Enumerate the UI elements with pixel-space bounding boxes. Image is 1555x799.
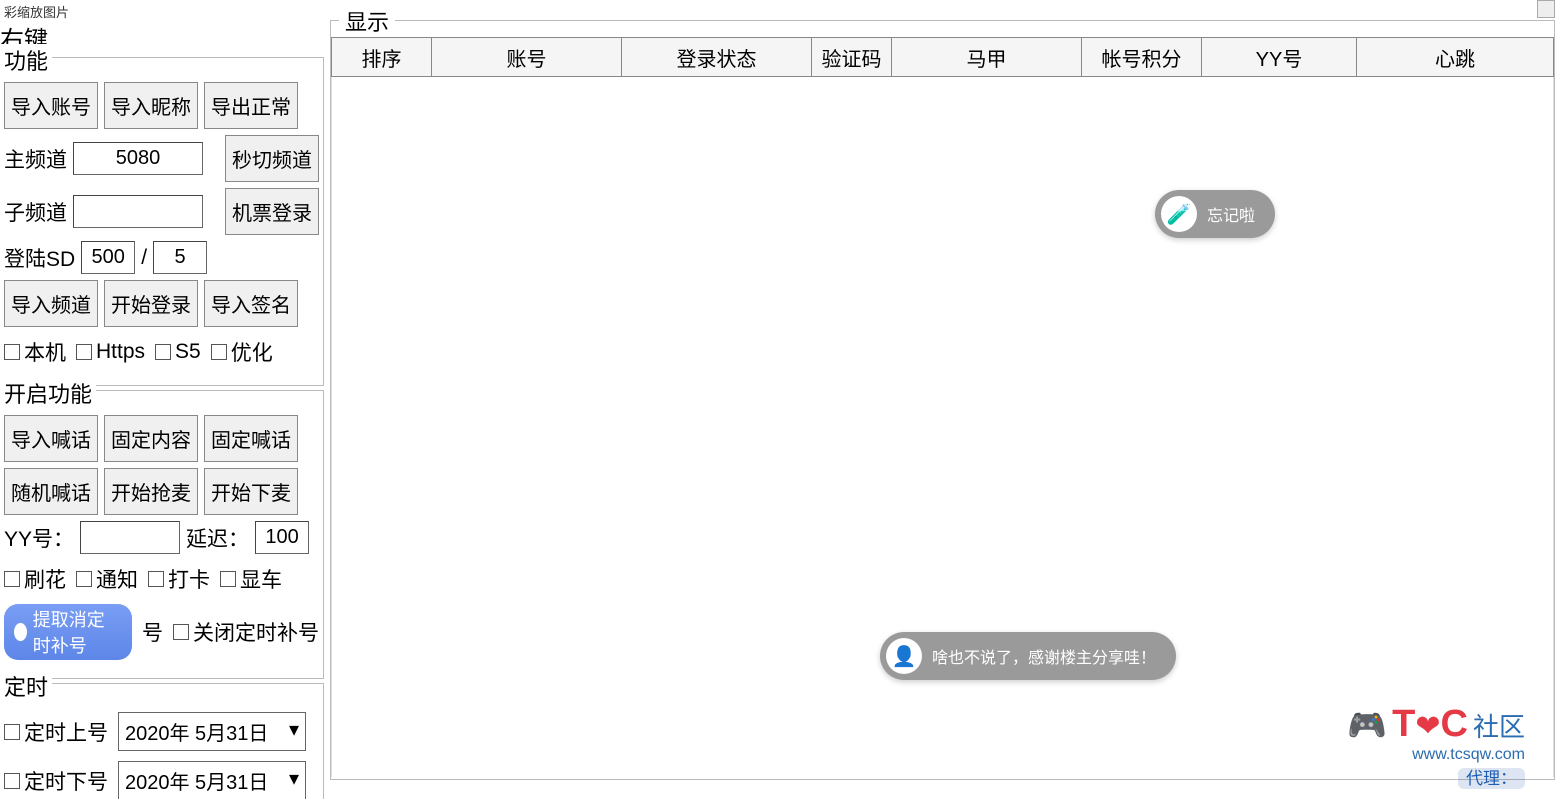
check-timer-up-label: 定时上号 bbox=[24, 717, 108, 747]
timer-refill-label: 提取消定时补号 bbox=[33, 606, 122, 658]
import-shout-button[interactable]: 导入喊话 bbox=[4, 415, 98, 462]
watermark-shequ: 社区 bbox=[1473, 712, 1525, 742]
sub-channel-label: 子频道 bbox=[4, 197, 67, 227]
random-shout-button[interactable]: 随机喊话 bbox=[4, 468, 98, 515]
import-account-button[interactable]: 导入账号 bbox=[4, 82, 98, 129]
checkbox-icon bbox=[220, 571, 236, 587]
scrollbar-stub[interactable] bbox=[1537, 0, 1555, 18]
checkbox-icon bbox=[148, 571, 164, 587]
import-sign-button[interactable]: 导入签名 bbox=[204, 280, 298, 327]
avatar-icon: 👤 bbox=[886, 638, 922, 674]
check-timer-down-label: 定时下号 bbox=[24, 766, 108, 796]
import-channel-button[interactable]: 导入频道 bbox=[4, 280, 98, 327]
check-optimize-label: 优化 bbox=[231, 337, 273, 367]
check-s5[interactable]: S5 bbox=[155, 340, 201, 364]
check-flower-label: 刷花 bbox=[24, 564, 66, 594]
check-https[interactable]: Https bbox=[76, 340, 145, 364]
check-close-timer[interactable]: 关闭定时补号 bbox=[173, 617, 319, 647]
switch-channel-button[interactable]: 秒切频道 bbox=[225, 135, 319, 182]
check-showcar[interactable]: 显车 bbox=[220, 564, 282, 594]
col-heartbeat[interactable]: 心跳 bbox=[1356, 37, 1554, 77]
check-s5-label: S5 bbox=[175, 340, 201, 364]
checkbox-icon bbox=[173, 624, 189, 640]
login-sd-input1[interactable] bbox=[81, 241, 135, 274]
badge-dot-icon bbox=[14, 623, 27, 641]
group-display-title: 显示 bbox=[339, 5, 395, 37]
check-showcar-label: 显车 bbox=[240, 564, 282, 594]
checkbox-icon bbox=[4, 571, 20, 587]
check-timer-up[interactable]: 定时上号 bbox=[4, 717, 108, 747]
check-close-timer-label: 关闭定时补号 bbox=[193, 617, 319, 647]
chat-bubble-2-text: 啥也不说了，感谢楼主分享哇！ bbox=[932, 644, 1156, 668]
check-notify-label: 通知 bbox=[96, 564, 138, 594]
timer-refill-badge[interactable]: 提取消定时补号 bbox=[4, 604, 132, 660]
chat-bubble-2: 👤 啥也不说了，感谢楼主分享哇！ bbox=[880, 632, 1176, 680]
watermark-logo-row: 🎮 T❤C 社区 bbox=[1347, 703, 1525, 746]
checkbox-icon bbox=[4, 773, 20, 789]
checkbox-icon bbox=[4, 344, 20, 360]
login-sd-sep: / bbox=[141, 246, 147, 270]
delay-input[interactable] bbox=[255, 521, 309, 554]
col-account-points[interactable]: 帐号积分 bbox=[1081, 37, 1201, 77]
start-grab-mic-button[interactable]: 开始抢麦 bbox=[104, 468, 198, 515]
checkbox-icon bbox=[4, 724, 20, 740]
group-open-functions: 开启功能 导入喊话 固定内容 固定喊话 随机喊话 开始抢麦 开始下麦 YY号： … bbox=[0, 390, 324, 679]
login-sd-label: 登陆SD bbox=[4, 243, 75, 273]
check-notify[interactable]: 通知 bbox=[76, 564, 138, 594]
ticket-login-button[interactable]: 机票登录 bbox=[225, 188, 319, 235]
main-layout: 右键 功能 导入账号 导入昵称 导出正常 主频道 秒切频道 子频道 机票登录 登… bbox=[0, 20, 1555, 799]
main-channel-input[interactable] bbox=[73, 142, 203, 175]
watermark-daili: 代理： bbox=[1458, 768, 1525, 789]
col-yy[interactable]: YY号 bbox=[1201, 37, 1356, 77]
start-login-button[interactable]: 开始登录 bbox=[104, 280, 198, 327]
col-account[interactable]: 账号 bbox=[431, 37, 621, 77]
timer-down-date-select[interactable]: 2020年 5月31日 bbox=[118, 761, 306, 799]
group-timer-title: 定时 bbox=[0, 670, 52, 702]
col-sort[interactable]: 排序 bbox=[331, 37, 431, 77]
check-optimize[interactable]: 优化 bbox=[211, 337, 273, 367]
table-header: 排序 账号 登录状态 验证码 马甲 帐号积分 YY号 心跳 bbox=[331, 37, 1554, 77]
checkbox-icon bbox=[76, 344, 92, 360]
check-local-label: 本机 bbox=[24, 337, 66, 367]
check-punch-label: 打卡 bbox=[168, 564, 210, 594]
check-local[interactable]: 本机 bbox=[4, 337, 66, 367]
col-login-status[interactable]: 登录状态 bbox=[621, 37, 811, 77]
export-normal-button[interactable]: 导出正常 bbox=[204, 82, 298, 129]
import-nickname-button[interactable]: 导入昵称 bbox=[104, 82, 198, 129]
main-channel-label: 主频道 bbox=[4, 144, 67, 174]
watermark-url: www.tcsqw.com bbox=[1347, 746, 1525, 764]
chat-bubble-1: 🧪 忘记啦 bbox=[1155, 190, 1275, 238]
check-flower[interactable]: 刷花 bbox=[4, 564, 66, 594]
checkbox-icon bbox=[155, 344, 171, 360]
avatar-icon: 🧪 bbox=[1161, 196, 1197, 232]
group-open-functions-title: 开启功能 bbox=[0, 377, 96, 409]
group-functions-title: 功能 bbox=[0, 44, 52, 76]
check-timer-down[interactable]: 定时下号 bbox=[4, 766, 108, 796]
checkbox-icon bbox=[76, 571, 92, 587]
group-timer: 定时 定时上号 2020年 5月31日 定时下号 2020年 5月31日 查封导… bbox=[0, 683, 324, 799]
col-nickname[interactable]: 马甲 bbox=[891, 37, 1081, 77]
login-sd-input2[interactable] bbox=[153, 241, 207, 274]
watermark: 🎮 T❤C 社区 www.tcsqw.com 代理： bbox=[1347, 703, 1525, 789]
yy-label: YY号： bbox=[4, 523, 74, 553]
group-functions: 功能 导入账号 导入昵称 导出正常 主频道 秒切频道 子频道 机票登录 登陆SD… bbox=[0, 57, 324, 386]
checkbox-icon bbox=[211, 344, 227, 360]
yy-input[interactable] bbox=[80, 521, 180, 554]
fixed-shout-button[interactable]: 固定喊话 bbox=[204, 415, 298, 462]
check-https-label: Https bbox=[96, 340, 145, 364]
timer-refill-suffix: 号 bbox=[142, 617, 163, 647]
right-panel: 显示 排序 账号 登录状态 验证码 马甲 帐号积分 YY号 心跳 🧪 忘记啦 👤… bbox=[330, 20, 1555, 799]
watermark-t: T bbox=[1392, 703, 1415, 745]
chat-bubble-1-text: 忘记啦 bbox=[1207, 202, 1255, 226]
sub-channel-input[interactable] bbox=[73, 195, 203, 228]
watermark-c: C bbox=[1441, 703, 1468, 745]
delay-label: 延迟： bbox=[186, 523, 249, 553]
col-verify-code[interactable]: 验证码 bbox=[811, 37, 891, 77]
check-punch[interactable]: 打卡 bbox=[148, 564, 210, 594]
left-panel: 右键 功能 导入账号 导入昵称 导出正常 主频道 秒切频道 子频道 机票登录 登… bbox=[0, 20, 330, 799]
start-down-mic-button[interactable]: 开始下麦 bbox=[204, 468, 298, 515]
fixed-content-button[interactable]: 固定内容 bbox=[104, 415, 198, 462]
timer-up-date-select[interactable]: 2020年 5月31日 bbox=[118, 712, 306, 751]
